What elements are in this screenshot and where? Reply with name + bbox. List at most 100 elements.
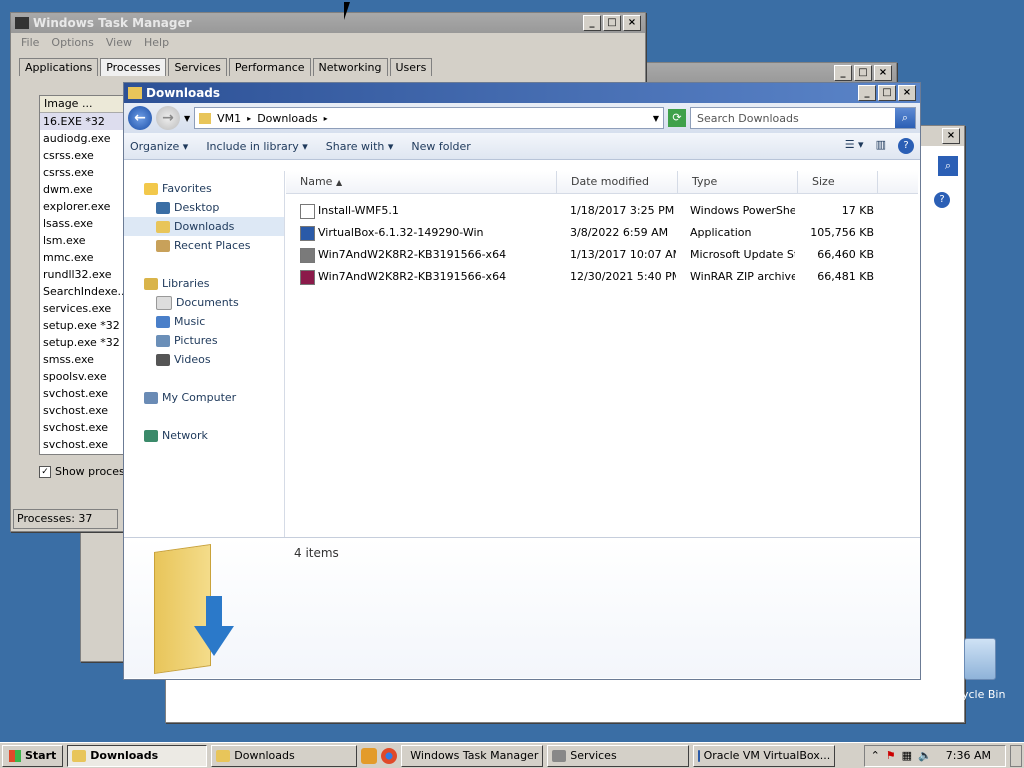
maximize-icon[interactable]: □ [854, 65, 872, 81]
show-desktop-button[interactable] [1010, 744, 1022, 767]
nav-videos[interactable]: Videos [124, 350, 284, 369]
nav-my-computer[interactable]: My Computer [124, 388, 284, 407]
tab-services[interactable]: Services [168, 58, 227, 76]
show-processes-checkbox-row[interactable]: ✓ Show process [39, 465, 130, 478]
minimize-icon[interactable]: _ [858, 85, 876, 101]
menu-options[interactable]: Options [45, 35, 99, 50]
refresh-icon[interactable]: ⟳ [668, 109, 686, 127]
process-column-header[interactable]: Image ... [40, 96, 132, 113]
task-windows-task-manager[interactable]: Windows Task Manager [401, 744, 544, 767]
nav-recent-places[interactable]: Recent Places [124, 236, 284, 255]
start-button[interactable]: Start [2, 744, 64, 767]
column-size[interactable]: Size [798, 171, 878, 193]
show-processes-checkbox[interactable]: ✓ [39, 465, 51, 478]
process-row[interactable]: csrss.exe [40, 147, 132, 164]
process-row[interactable]: svchost.exe [40, 402, 132, 419]
close-icon[interactable]: × [623, 15, 641, 31]
process-row[interactable]: setup.exe *32 [40, 317, 132, 334]
file-row[interactable]: Win7AndW2K8R2-KB3191566-x64 1/13/2017 10:… [286, 244, 918, 266]
process-row[interactable]: rundll32.exe [40, 266, 132, 283]
tab-users[interactable]: Users [389, 58, 433, 76]
menu-view[interactable]: View [100, 35, 138, 50]
column-name[interactable]: Name ▲ [286, 171, 557, 193]
show-hidden-icons-icon[interactable]: ⌃ [871, 749, 880, 762]
chevron-right-icon[interactable]: ▸ [247, 114, 251, 123]
chevron-down-icon[interactable]: ▼ [184, 114, 190, 123]
breadcrumb-downloads[interactable]: Downloads [257, 112, 317, 125]
process-row[interactable]: svchost.exe [40, 385, 132, 402]
close-icon[interactable]: × [942, 128, 960, 144]
address-bar[interactable]: VM1 ▸ Downloads ▸ ▼ [194, 107, 664, 129]
process-row[interactable]: csrss.exe [40, 164, 132, 181]
process-row[interactable]: smss.exe [40, 351, 132, 368]
column-date-modified[interactable]: Date modified [557, 171, 678, 193]
network-tray-icon[interactable]: ▦ [902, 749, 912, 762]
clock[interactable]: 7:36 AM [938, 749, 999, 762]
process-row[interactable]: lsm.exe [40, 232, 132, 249]
task-manager-titlebar[interactable]: Windows Task Manager _ □ × [11, 13, 645, 33]
volume-icon[interactable]: 🔈 [918, 749, 932, 762]
menu-file[interactable]: File [15, 35, 45, 50]
chrome-icon[interactable] [381, 747, 398, 764]
search-icon[interactable]: ⌕ [895, 108, 915, 128]
nav-pictures[interactable]: Pictures [124, 331, 284, 350]
close-icon[interactable]: × [874, 65, 892, 81]
process-list[interactable]: Image ... 16.EXE *32 audiodg.exe csrss.exe… [39, 95, 133, 455]
close-icon[interactable]: × [898, 85, 916, 101]
organize-button[interactable]: Organize ▾ [130, 140, 188, 153]
process-row[interactable]: mmc.exe [40, 249, 132, 266]
search-icon[interactable]: ⌕ [938, 156, 958, 176]
recycle-bin-icon[interactable] [964, 638, 996, 680]
maximize-icon[interactable]: □ [878, 85, 896, 101]
media-player-icon[interactable] [361, 747, 378, 764]
minimize-icon[interactable]: _ [834, 65, 852, 81]
minimize-icon[interactable]: _ [583, 15, 601, 31]
process-row[interactable]: setup.exe *32 [40, 334, 132, 351]
process-row[interactable]: services.exe [40, 300, 132, 317]
nav-documents[interactable]: Documents [124, 293, 284, 312]
task-downloads-active[interactable]: Downloads [67, 744, 208, 767]
file-row[interactable]: Install-WMF5.1 1/18/2017 3:25 PM Windows P… [286, 200, 918, 222]
process-row[interactable]: svchost.exe [40, 436, 132, 453]
menu-help[interactable]: Help [138, 35, 175, 50]
process-row[interactable]: lsass.exe [40, 215, 132, 232]
process-row[interactable]: 16.EXE *32 [40, 113, 132, 130]
file-row[interactable]: VirtualBox-6.1.32-149290-Win 3/8/2022 6:5… [286, 222, 918, 244]
view-options-icon[interactable]: ☰ ▾ [845, 138, 864, 154]
new-folder-button[interactable]: New folder [411, 140, 470, 153]
back-icon[interactable]: ← [128, 106, 152, 130]
search-input[interactable]: Search Downloads ⌕ [690, 107, 916, 129]
chevron-down-icon[interactable]: ▼ [653, 114, 659, 123]
process-row[interactable]: audiodg.exe [40, 130, 132, 147]
include-in-library-button[interactable]: Include in library ▾ [206, 140, 307, 153]
task-downloads[interactable]: Downloads [211, 744, 358, 767]
task-services[interactable]: Services [547, 744, 690, 767]
nav-desktop[interactable]: Desktop [124, 198, 284, 217]
file-row[interactable]: Win7AndW2K8R2-KB3191566-x64 12/30/2021 5:… [286, 266, 918, 288]
task-virtualbox[interactable]: Oracle VM VirtualBox... [693, 744, 836, 767]
nav-network[interactable]: Network [124, 426, 284, 445]
breadcrumb-vm1[interactable]: VM1 [217, 112, 241, 125]
action-center-icon[interactable]: ⚑ [886, 749, 896, 762]
maximize-icon[interactable]: □ [603, 15, 621, 31]
tab-applications[interactable]: Applications [19, 58, 99, 76]
process-row[interactable]: explorer.exe [40, 198, 132, 215]
help-icon[interactable]: ? [898, 138, 914, 154]
forward-icon[interactable]: → [156, 106, 180, 130]
share-with-button[interactable]: Share with ▾ [326, 140, 394, 153]
nav-music[interactable]: Music [124, 312, 284, 331]
chevron-right-icon[interactable]: ▸ [324, 114, 328, 123]
explorer-titlebar[interactable]: Downloads _ □ × [124, 83, 920, 103]
nav-favorites[interactable]: Favorites [124, 179, 284, 198]
process-row[interactable]: SearchIndexe... [40, 283, 132, 300]
nav-libraries[interactable]: Libraries [124, 274, 284, 293]
recycle-bin-label[interactable]: ycle Bin [962, 688, 1005, 701]
tab-processes[interactable]: Processes [100, 58, 167, 76]
process-row[interactable]: dwm.exe [40, 181, 132, 198]
tab-performance[interactable]: Performance [228, 58, 311, 76]
nav-downloads[interactable]: Downloads [124, 217, 284, 236]
help-icon[interactable]: ? [934, 192, 950, 208]
preview-pane-icon[interactable]: ▥ [876, 138, 886, 154]
process-row[interactable]: svchost.exe [40, 419, 132, 436]
tab-networking[interactable]: Networking [312, 58, 388, 76]
